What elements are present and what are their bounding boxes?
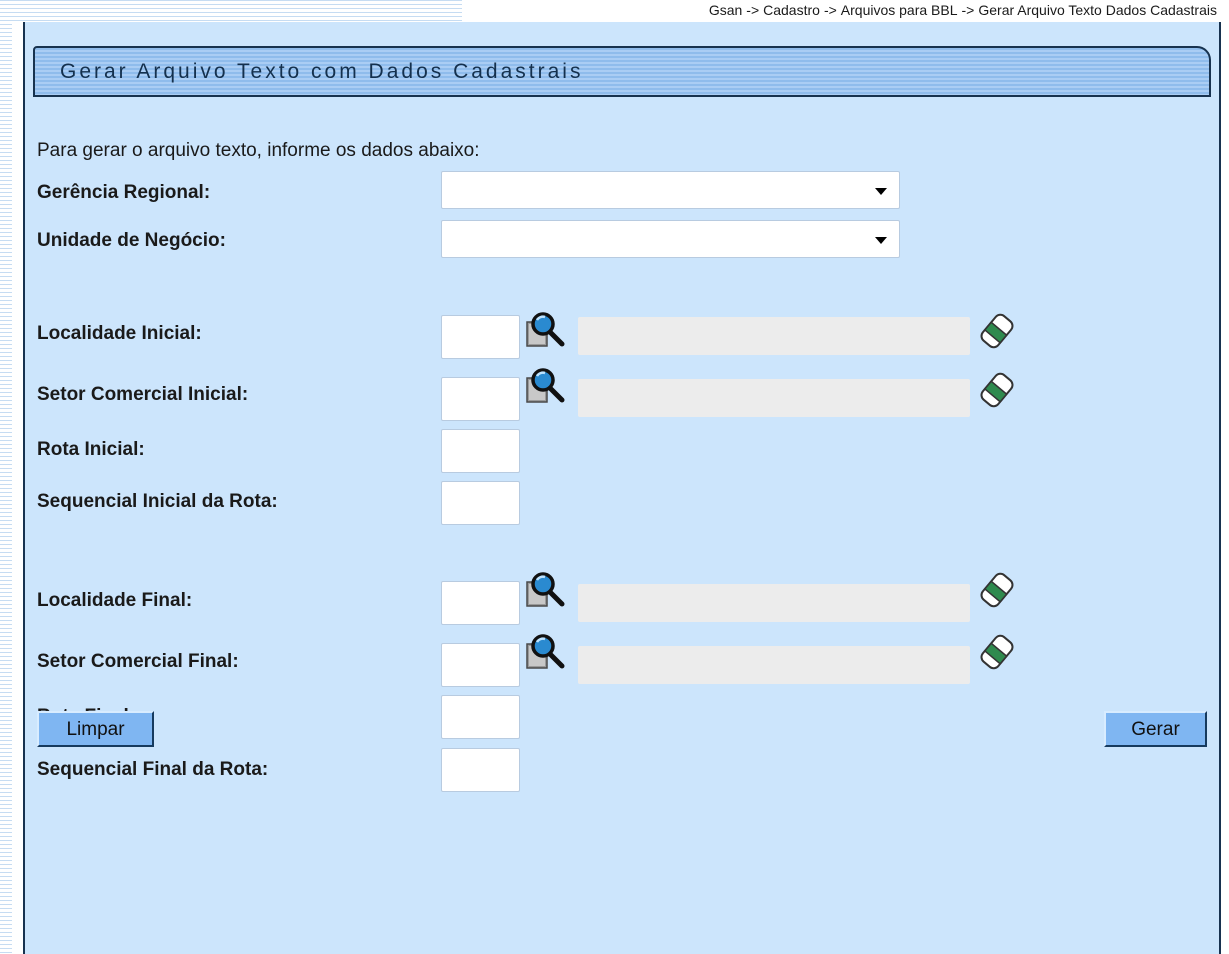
setor-comercial-final-label: Setor Comercial Final: — [37, 651, 239, 672]
eraser-icon[interactable] — [975, 632, 1019, 672]
eraser-icon[interactable] — [975, 570, 1019, 610]
breadcrumb-item-arquivos-bbl[interactable]: Arquivos para BBL — [841, 2, 958, 18]
breadcrumb-item-gsan[interactable]: Gsan — [709, 2, 742, 18]
sequencial-inicial-rota-input[interactable] — [441, 481, 520, 525]
setor-comercial-inicial-description — [578, 379, 970, 417]
gerar-button[interactable]: Gerar — [1104, 711, 1207, 747]
limpar-button[interactable]: Limpar — [37, 711, 154, 747]
eraser-icon[interactable] — [975, 311, 1019, 351]
breadcrumb-separator: -> — [823, 2, 837, 18]
unidade-negocio-select[interactable] — [441, 220, 900, 258]
localidade-final-input[interactable] — [441, 581, 520, 625]
search-icon[interactable] — [524, 632, 572, 674]
localidade-inicial-description — [578, 317, 970, 355]
breadcrumb-separator: -> — [746, 2, 760, 18]
eraser-icon[interactable] — [975, 370, 1019, 410]
rota-final-input[interactable] — [441, 695, 520, 739]
breadcrumb-item-current: Gerar Arquivo Texto Dados Cadastrais — [978, 2, 1217, 18]
localidade-inicial-input[interactable] — [441, 315, 520, 359]
setor-comercial-inicial-input[interactable] — [441, 377, 520, 421]
page-title: Gerar Arquivo Texto com Dados Cadastrais — [60, 60, 584, 83]
search-icon[interactable] — [524, 366, 572, 408]
sequencial-final-rota-label: Sequencial Final da Rota: — [37, 759, 269, 780]
setor-comercial-inicial-label: Setor Comercial Inicial: — [37, 384, 249, 405]
localidade-final-label: Localidade Final: — [37, 590, 193, 611]
breadcrumb: Gsan -> Cadastro -> Arquivos para BBL -> Gerar… — [709, 0, 1217, 20]
localidade-final-description — [578, 584, 970, 622]
breadcrumb-item-cadastro[interactable]: Cadastro — [763, 2, 820, 18]
rota-inicial-input[interactable] — [441, 429, 520, 473]
gerencia-regional-select[interactable] — [441, 171, 900, 209]
breadcrumb-separator: -> — [961, 2, 975, 18]
sequencial-inicial-rota-label: Sequencial Inicial da Rota: — [37, 491, 278, 512]
setor-comercial-final-input[interactable] — [441, 643, 520, 687]
chevron-down-icon — [875, 237, 887, 244]
form-instructions: Para gerar o arquivo texto, informe os d… — [37, 140, 480, 161]
rota-inicial-label: Rota Inicial: — [37, 439, 145, 460]
chevron-down-icon — [875, 188, 887, 195]
setor-comercial-final-description — [578, 646, 970, 684]
unidade-negocio-label: Unidade de Negócio: — [37, 230, 226, 251]
search-icon[interactable] — [524, 310, 572, 352]
top-edge-decoration — [12, 0, 462, 22]
gerencia-regional-label: Gerência Regional: — [37, 182, 211, 203]
search-icon[interactable] — [524, 570, 572, 612]
title-bar: Gerar Arquivo Texto com Dados Cadastrais — [33, 46, 1211, 97]
localidade-inicial-label: Localidade Inicial: — [37, 323, 202, 344]
left-edge-decoration — [0, 0, 12, 954]
sequencial-final-rota-input[interactable] — [441, 748, 520, 792]
